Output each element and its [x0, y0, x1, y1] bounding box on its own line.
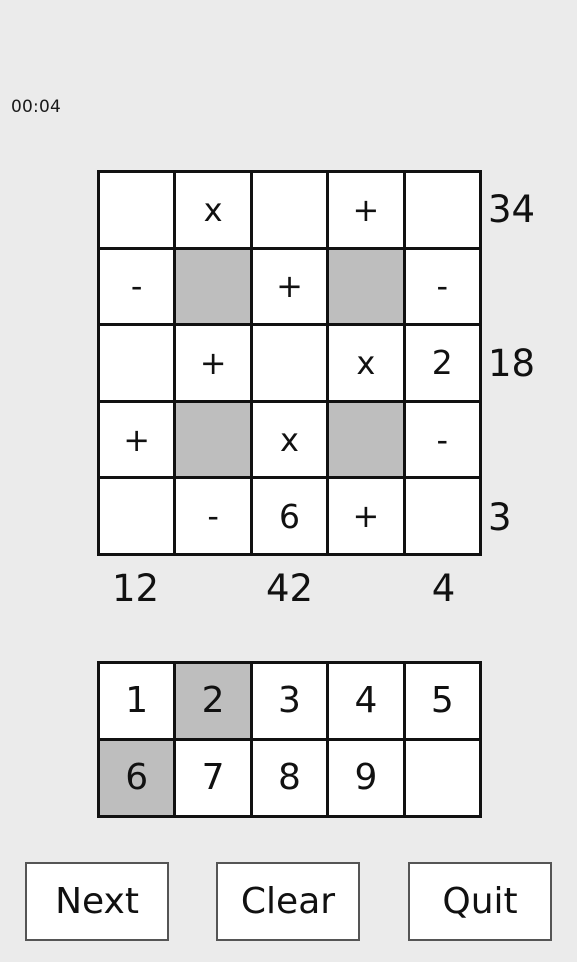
row-result-1: 34 — [488, 188, 536, 231]
grid-cell-number[interactable] — [100, 173, 177, 250]
tray-tile[interactable]: 5 — [405, 664, 482, 741]
grid-cell-blocked — [329, 249, 406, 327]
grid-cell-operator[interactable]: + — [329, 479, 406, 556]
grid-cell-operator[interactable]: x — [329, 326, 406, 403]
grid-cell-operator[interactable]: - — [100, 249, 177, 327]
grid-cell-operator[interactable]: + — [329, 173, 406, 250]
tray-tile[interactable]: 4 — [329, 664, 406, 741]
grid-cell-number[interactable] — [405, 479, 482, 556]
grid-cell-operator[interactable]: x — [176, 173, 253, 250]
column-result-1: 12 — [111, 567, 160, 610]
grid-cell-number[interactable] — [405, 173, 482, 250]
grid-cell-operator[interactable]: + — [176, 326, 253, 403]
grid-cell-operator[interactable]: + — [252, 249, 330, 327]
column-result-3: 42 — [265, 567, 314, 610]
grid-cell-blocked — [176, 249, 253, 327]
tray-tile[interactable]: 8 — [252, 741, 330, 818]
grid-cell-operator[interactable]: x — [252, 402, 330, 480]
row-result-5: 3 — [488, 496, 512, 539]
grid-cell-operator[interactable]: - — [405, 249, 482, 327]
puzzle-grid: x + - + - + x 2 + x - -6 + — [97, 170, 482, 556]
timer-display: 00:04 — [11, 97, 61, 117]
grid-cell-number[interactable]: 2 — [405, 326, 482, 403]
column-result-5: 4 — [431, 567, 456, 610]
tray-tile[interactable]: 3 — [252, 664, 330, 741]
tray-tile[interactable]: 7 — [176, 741, 253, 818]
tray-tile[interactable]: 9 — [329, 741, 406, 818]
grid-cell-blocked — [176, 402, 253, 480]
tray-tile[interactable]: 6 — [100, 741, 177, 818]
quit-button[interactable]: Quit — [408, 862, 552, 941]
next-button[interactable]: Next — [25, 862, 169, 941]
grid-cell-number[interactable] — [100, 479, 177, 556]
grid-cell-number[interactable] — [252, 326, 330, 403]
tray-tile[interactable]: 2 — [176, 664, 253, 741]
grid-cell-number[interactable] — [252, 173, 330, 250]
grid-cell-operator[interactable]: + — [100, 402, 177, 480]
grid-cell-operator[interactable]: - — [405, 402, 482, 480]
tray-tile-empty — [405, 741, 482, 818]
clear-button[interactable]: Clear — [216, 862, 360, 941]
grid-cell-number[interactable]: 6 — [252, 479, 330, 556]
grid-cell-number[interactable] — [100, 326, 177, 403]
tray-tile[interactable]: 1 — [100, 664, 177, 741]
grid-cell-blocked — [329, 402, 406, 480]
grid-cell-operator[interactable]: - — [176, 479, 253, 556]
row-result-3: 18 — [488, 342, 536, 385]
number-tray: 12345 6789 — [97, 661, 482, 818]
